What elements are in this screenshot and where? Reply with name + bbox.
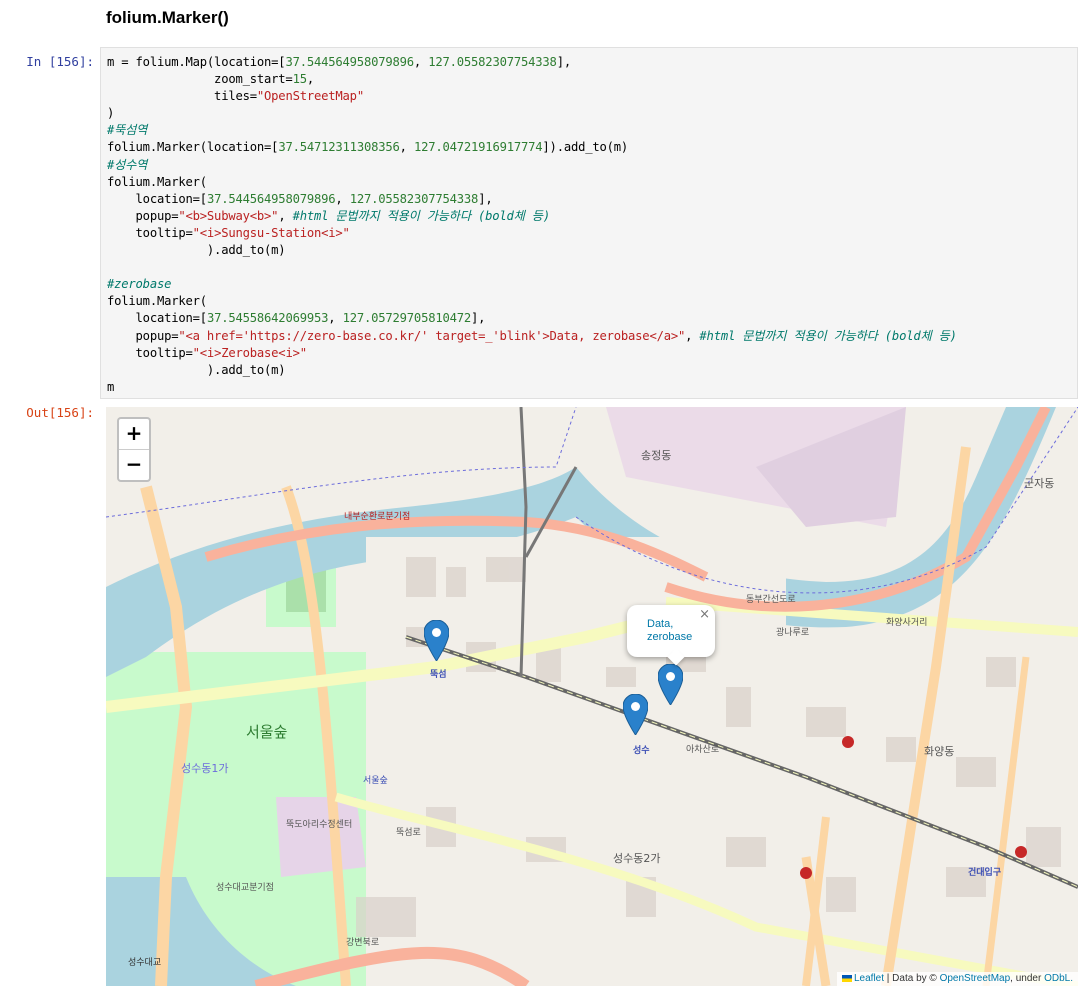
map-tiles[interactable]: 서울숲 송정동 뚝섬 성수 서울숲 성수동2가 성수동1가 화양동 군자동 건대… <box>106 407 1078 986</box>
map-pin-icon[interactable] <box>424 620 449 661</box>
map-pin-icon[interactable] <box>623 694 648 735</box>
label-seoulsup-station: 서울숲 <box>363 775 388 786</box>
code-line: popup="<a href='https://zero-base.co.kr/… <box>107 328 957 343</box>
close-icon[interactable]: × <box>699 607 710 622</box>
label-ttukdo: 뚝도아리수정센터 <box>286 819 352 830</box>
code-line: #zerobase <box>107 277 172 292</box>
label-seongsu: 성수 <box>633 744 650 756</box>
code-line: tooltip="<i>Sungsu-Station<i>" <box>107 225 350 240</box>
leaflet-link[interactable]: Leaflet <box>854 973 884 984</box>
code-line: zoom_start=15, <box>107 72 314 87</box>
zoom-out-button[interactable]: − <box>119 449 149 480</box>
code-line: folium.Marker( <box>107 174 207 189</box>
code-line: #성수역 <box>107 157 148 172</box>
label-ttukseom: 뚝섬 <box>430 668 447 680</box>
code-line: popup="<b>Subway<b>", #html 문법까지 적용이 가능하… <box>107 208 551 223</box>
code-line: folium.Marker( <box>107 294 207 309</box>
folium-map[interactable]: 서울숲 송정동 뚝섬 성수 서울숲 성수동2가 성수동1가 화양동 군자동 건대… <box>106 407 1078 986</box>
label-ttukseom-ro: 뚝섬로 <box>396 827 421 838</box>
code-line: ).add_to(m) <box>107 362 286 377</box>
label-songjeong: 송정동 <box>641 449 671 462</box>
ukraine-flag-icon <box>841 974 852 982</box>
code-editor[interactable]: m = folium.Map(location=[37.544564958079… <box>101 48 1077 402</box>
label-gwangnaru-ro: 광나루로 <box>776 626 809 638</box>
label-seongsu-1ga: 성수동1가 <box>181 762 228 775</box>
map-attribution: Leaflet | Data by © OpenStreetMap, under… <box>836 972 1078 986</box>
code-line: ).add_to(m) <box>107 243 286 258</box>
label-achasan-ro: 아차산로 <box>686 743 719 755</box>
hospital-icon <box>842 736 854 748</box>
label-hwayang: 화양동 <box>924 745 954 758</box>
label-dongbu: 동부간선도로 <box>746 594 796 605</box>
hospital-icon <box>1015 846 1027 858</box>
label-konkuk: 건대입구 <box>968 866 1001 878</box>
label-seongsu-junction: 성수대교분기점 <box>216 881 274 893</box>
attribution-text: | Data by © <box>884 973 940 984</box>
code-line: location=[37.544564958079896, 127.055823… <box>107 191 493 206</box>
label-seoul-forest: 서울숲 <box>246 723 287 741</box>
label-gunja: 군자동 <box>1024 477 1054 490</box>
label-seongsu-bridge: 성수대교 <box>128 957 161 968</box>
zoom-control: + − <box>117 417 151 482</box>
code-line: folium.Marker(location=[37.5471231130835… <box>107 140 629 155</box>
hospital-icon <box>800 867 812 879</box>
label-seongsu-2ga: 성수동2가 <box>613 852 660 865</box>
code-line: tooltip="<i>Zerobase<i>" <box>107 345 308 360</box>
code-line: ) <box>107 106 115 121</box>
map-pin-icon[interactable] <box>658 664 683 705</box>
label-hwayang-intersection: 화양사거리 <box>886 617 927 628</box>
label-gangbyeon: 강변북로 <box>346 937 379 948</box>
input-prompt: In [156]: <box>26 54 94 69</box>
zoom-in-button[interactable]: + <box>119 419 149 449</box>
code-line: m = folium.Map(location=[37.544564958079… <box>107 55 571 69</box>
odbl-link[interactable]: ODbL. <box>1044 973 1073 984</box>
label-naebu: 내부순환로분기점 <box>344 510 410 522</box>
code-line: tiles="OpenStreetMap" <box>107 89 364 104</box>
section-heading: folium.Marker() <box>106 8 229 27</box>
marker-popup: Data, zerobase × <box>627 605 715 666</box>
code-line: m <box>107 379 115 394</box>
popup-link[interactable]: Data, zerobase <box>647 618 701 644</box>
code-line: #뚝섬역 <box>107 123 148 138</box>
osm-link[interactable]: OpenStreetMap <box>940 973 1011 984</box>
code-line: location=[37.54558642069953, 127.0572970… <box>107 311 486 326</box>
code-cell[interactable]: m = folium.Map(location=[37.544564958079… <box>100 47 1078 399</box>
attribution-text: , under <box>1010 973 1045 984</box>
output-prompt: Out[156]: <box>26 405 94 420</box>
